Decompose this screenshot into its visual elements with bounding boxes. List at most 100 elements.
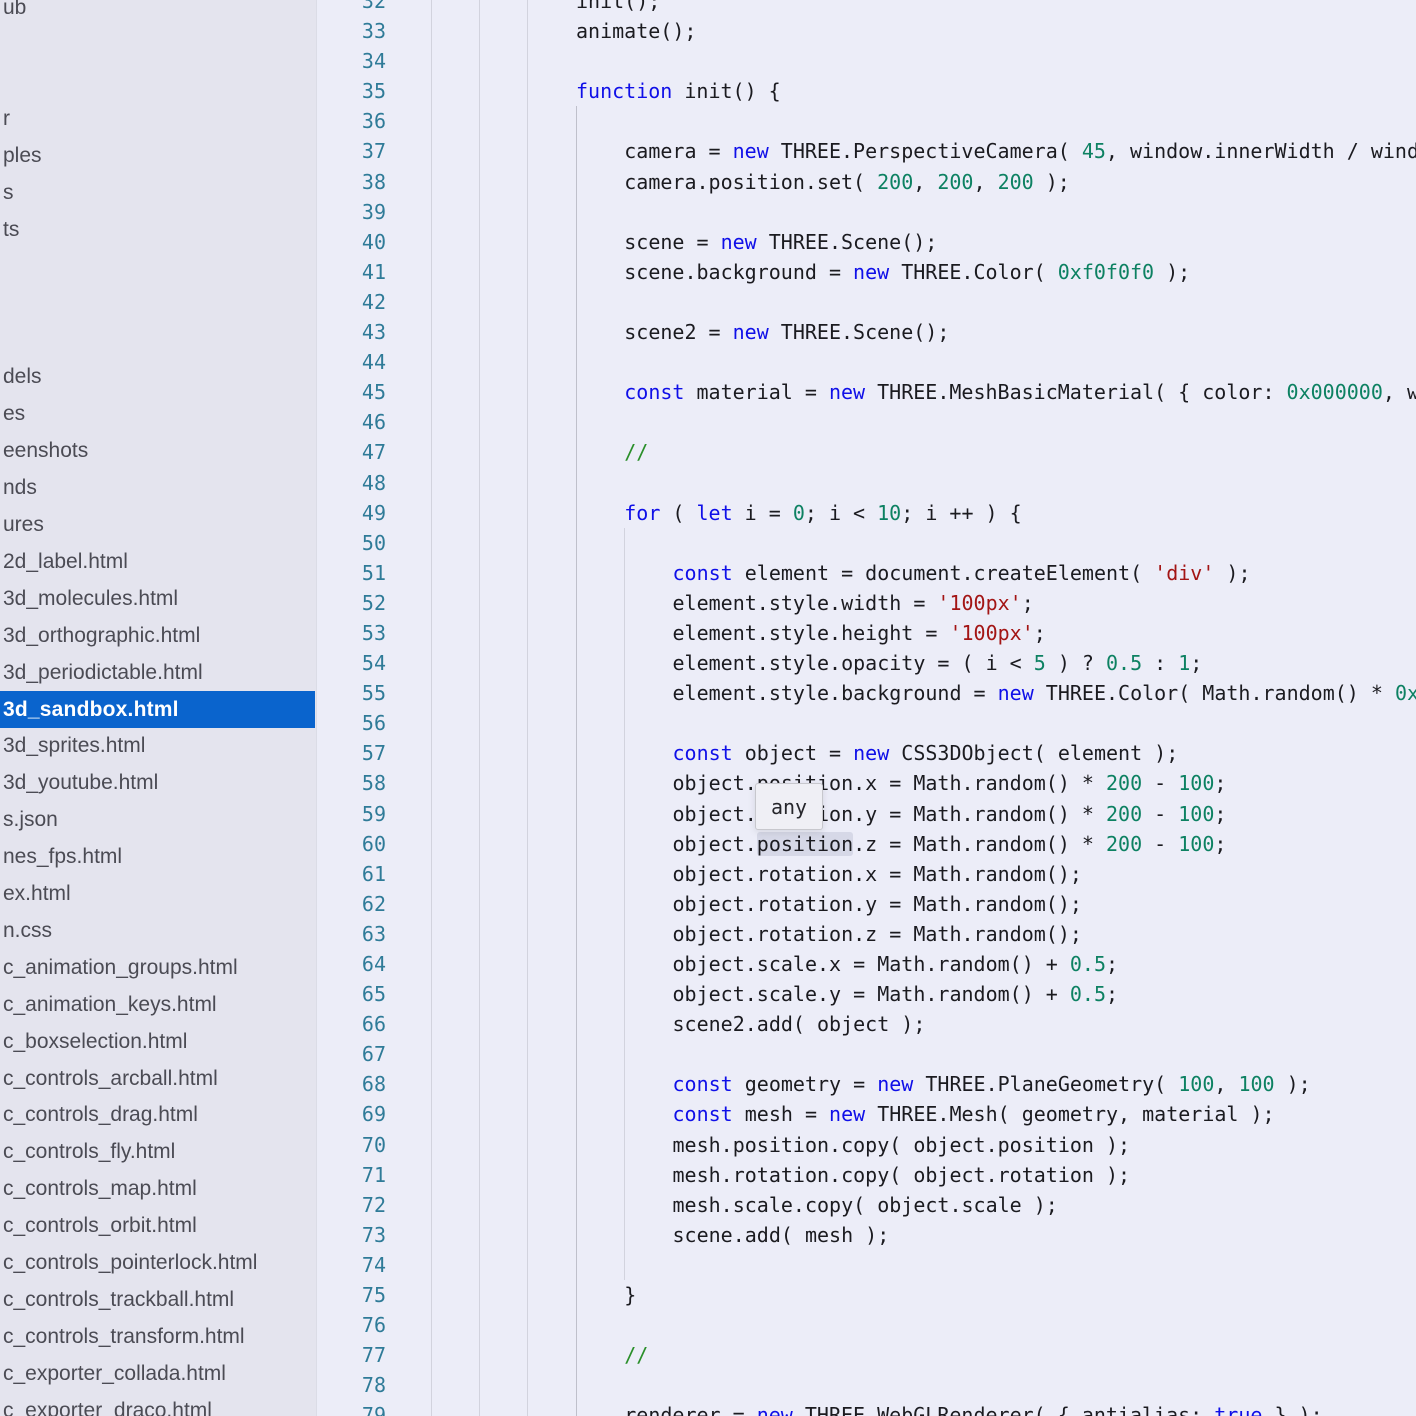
file-item[interactable]: c_boxselection.html	[0, 1023, 315, 1060]
code-line[interactable]: const geometry = new THREE.PlaneGeometry…	[383, 1069, 1416, 1099]
file-item[interactable]: 3d_sprites.html	[0, 728, 315, 765]
line-number[interactable]: 64	[317, 949, 386, 979]
code-line[interactable]: element.style.height = '100px';	[383, 618, 1416, 648]
file-item[interactable]: dels	[0, 359, 315, 396]
file-item[interactable]: c_animation_keys.html	[0, 986, 315, 1023]
code-line[interactable]: object.position.y = Math.random() * 200 …	[383, 799, 1416, 829]
code-line[interactable]	[383, 347, 1416, 377]
line-number[interactable]: 71	[317, 1160, 386, 1190]
code-line[interactable]: scene.add( mesh );	[383, 1220, 1416, 1250]
file-item[interactable]: ub	[0, 0, 315, 27]
line-number[interactable]: 50	[317, 528, 386, 558]
file-item[interactable]: c_exporter_draco.html	[0, 1392, 315, 1416]
line-number[interactable]: 74	[317, 1250, 386, 1280]
file-item-selected[interactable]: 3d_sandbox.html	[0, 691, 315, 728]
code-line[interactable]: mesh.rotation.copy( object.rotation );	[383, 1160, 1416, 1190]
code-line[interactable]: scene.background = new THREE.Color( 0xf0…	[383, 257, 1416, 287]
line-number[interactable]: 48	[317, 468, 386, 498]
line-number[interactable]: 75	[317, 1280, 386, 1310]
code-line[interactable]: element.style.opacity = ( i < 5 ) ? 0.5 …	[383, 648, 1416, 678]
code-line[interactable]: object.position.x = Math.random() * 200 …	[383, 768, 1416, 798]
code-line[interactable]: renderer = new THREE.WebGLRenderer( { an…	[383, 1400, 1416, 1416]
code-line[interactable]	[383, 708, 1416, 738]
file-item[interactable]: ex.html	[0, 876, 315, 913]
code-line[interactable]	[383, 1310, 1416, 1340]
line-number[interactable]: 36	[317, 106, 386, 136]
line-number[interactable]: 79	[317, 1400, 386, 1416]
line-number[interactable]: 39	[317, 197, 386, 227]
line-number[interactable]: 62	[317, 889, 386, 919]
code-line[interactable]: const material = new THREE.MeshBasicMate…	[383, 377, 1416, 407]
line-number[interactable]: 34	[317, 46, 386, 76]
code-line[interactable]	[383, 46, 1416, 76]
line-number[interactable]: 67	[317, 1039, 386, 1069]
code-line[interactable]: //	[383, 437, 1416, 467]
code-line[interactable]	[383, 1039, 1416, 1069]
file-item[interactable]: c_controls_orbit.html	[0, 1208, 315, 1245]
file-item[interactable]: 3d_periodictable.html	[0, 654, 315, 691]
code-line[interactable]: const object = new CSS3DObject( element …	[383, 738, 1416, 768]
code-line[interactable]	[383, 287, 1416, 317]
line-number[interactable]: 72	[317, 1190, 386, 1220]
line-number[interactable]: 57	[317, 738, 386, 768]
code-line[interactable]: animate();	[383, 16, 1416, 46]
code-line[interactable]	[383, 106, 1416, 136]
file-item[interactable]: ples	[0, 138, 315, 175]
file-item[interactable]: c_controls_pointerlock.html	[0, 1245, 315, 1282]
code-line[interactable]: object.rotation.x = Math.random();	[383, 859, 1416, 889]
file-item[interactable]: c_controls_map.html	[0, 1171, 315, 1208]
file-item[interactable]: r	[0, 101, 315, 138]
file-item[interactable]: c_controls_arcball.html	[0, 1060, 315, 1097]
line-number[interactable]: 51	[317, 558, 386, 588]
line-number[interactable]: 49	[317, 498, 386, 528]
line-number[interactable]: 70	[317, 1130, 386, 1160]
file-item[interactable]: 3d_molecules.html	[0, 580, 315, 617]
file-item[interactable]: 2d_label.html	[0, 544, 315, 581]
file-item[interactable]: c_animation_groups.html	[0, 949, 315, 986]
file-item[interactable]: nes_fps.html	[0, 839, 315, 876]
file-item[interactable]: c_controls_trackball.html	[0, 1282, 315, 1319]
file-item[interactable]: nds	[0, 470, 315, 507]
code-line[interactable]	[383, 1370, 1416, 1400]
code-line[interactable]: init();	[383, 0, 1416, 16]
line-number[interactable]: 60	[317, 829, 386, 859]
code-line[interactable]	[383, 1250, 1416, 1280]
code-line[interactable]	[383, 528, 1416, 558]
code-line[interactable]: function init() {	[383, 76, 1416, 106]
code-line[interactable]: scene2.add( object );	[383, 1009, 1416, 1039]
code-line[interactable]: object.rotation.z = Math.random();	[383, 919, 1416, 949]
code-line[interactable]: camera.position.set( 200, 200, 200 );	[383, 167, 1416, 197]
line-number[interactable]: 40	[317, 227, 386, 257]
code-line[interactable]	[383, 468, 1416, 498]
code-line[interactable]: scene2 = new THREE.Scene();	[383, 317, 1416, 347]
line-number[interactable]: 35	[317, 76, 386, 106]
line-number[interactable]: 54	[317, 648, 386, 678]
file-item[interactable]: ts	[0, 211, 315, 248]
line-number[interactable]: 76	[317, 1310, 386, 1340]
line-number[interactable]: 58	[317, 768, 386, 798]
code-line[interactable]: const element = document.createElement( …	[383, 558, 1416, 588]
line-number[interactable]: 37	[317, 136, 386, 166]
code-line[interactable]: scene = new THREE.Scene();	[383, 227, 1416, 257]
line-number[interactable]: 56	[317, 708, 386, 738]
line-number[interactable]: 42	[317, 287, 386, 317]
file-item[interactable]: c_controls_fly.html	[0, 1134, 315, 1171]
line-number[interactable]: 65	[317, 979, 386, 1009]
file-item[interactable]: c_controls_drag.html	[0, 1097, 315, 1134]
code-line[interactable]	[383, 407, 1416, 437]
line-number[interactable]: 69	[317, 1099, 386, 1129]
line-number[interactable]: 61	[317, 859, 386, 889]
code-line[interactable]: object.scale.y = Math.random() + 0.5;	[383, 979, 1416, 1009]
file-item[interactable]: s.json	[0, 802, 315, 839]
line-number[interactable]: 78	[317, 1370, 386, 1400]
line-number[interactable]: 66	[317, 1009, 386, 1039]
file-item[interactable]: es	[0, 396, 315, 433]
code-line[interactable]: element.style.background = new THREE.Col…	[383, 678, 1416, 708]
line-number[interactable]: 63	[317, 919, 386, 949]
code-line[interactable]: object.position.z = Math.random() * 200 …	[383, 829, 1416, 859]
line-number[interactable]: 44	[317, 347, 386, 377]
line-number[interactable]: 45	[317, 377, 386, 407]
code-line[interactable]: camera = new THREE.PerspectiveCamera( 45…	[383, 136, 1416, 166]
line-number[interactable]: 33	[317, 16, 386, 46]
line-number[interactable]: 32	[317, 0, 386, 16]
